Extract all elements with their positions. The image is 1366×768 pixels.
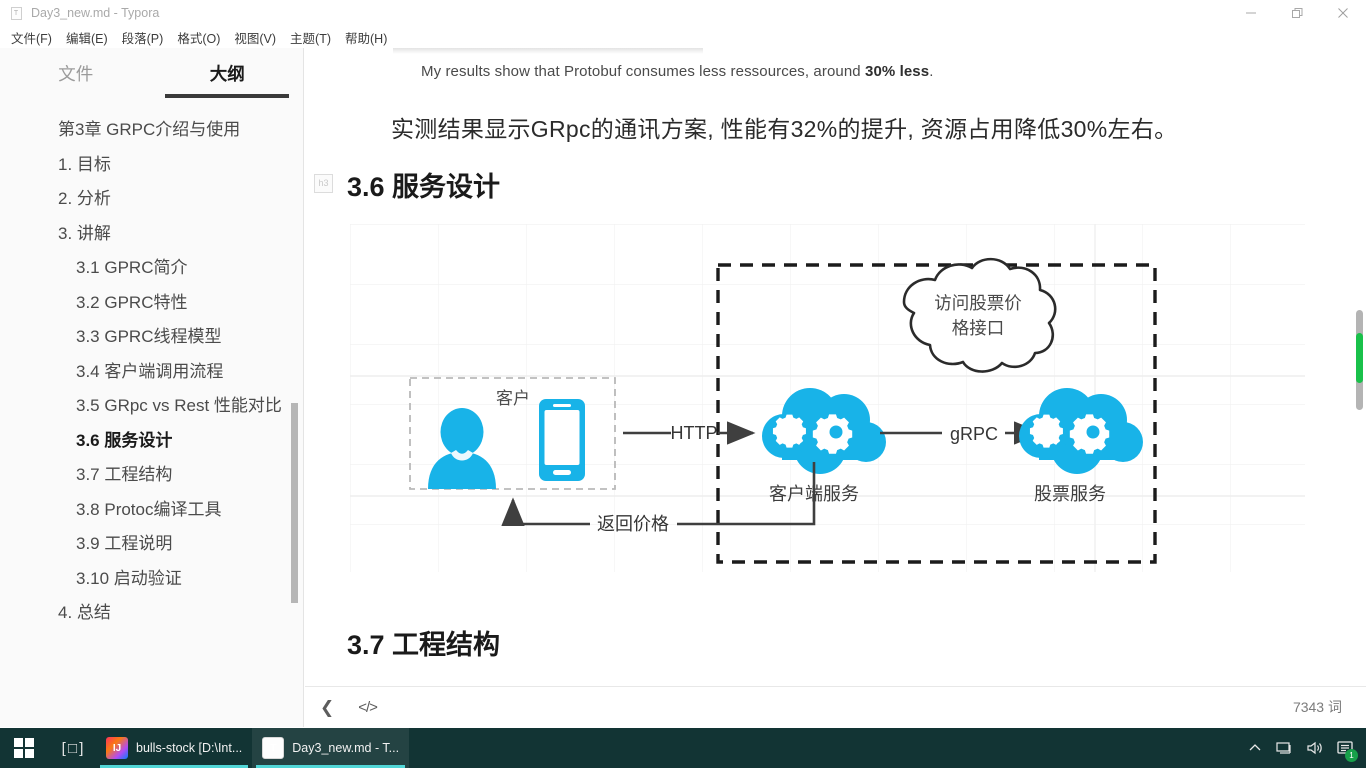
svg-text:HTTP: HTTP xyxy=(671,423,718,443)
document-scrollbar-highlight[interactable] xyxy=(1356,333,1363,383)
tab-files[interactable]: 文件 xyxy=(0,61,152,98)
minimize-icon[interactable] xyxy=(1228,0,1274,26)
watermark: 喷雾一样的男人666java.com xyxy=(18,724,207,727)
sidebar-tabs: 文件 大纲 xyxy=(0,48,303,100)
notification-badge-count: 1 xyxy=(1345,749,1358,762)
menu-paragraph[interactable]: 段落(P) xyxy=(115,26,171,49)
clipped-image-top xyxy=(393,48,703,54)
sidebar-scrollbar-thumb[interactable] xyxy=(291,403,298,603)
notifications-icon[interactable]: 1 xyxy=(1330,728,1360,768)
window-title: Day3_new.md - Typora xyxy=(31,6,160,20)
close-icon[interactable] xyxy=(1320,0,1366,26)
editor-area[interactable]: My results show that Protobuf consumes l… xyxy=(305,48,1366,685)
heading-3-7-text: 3.7 工程结构 xyxy=(347,630,501,660)
sidebar: 文件 大纲 第3章 GRPC介绍与使用 1. 目标 2. 分析 3. 讲解 3.… xyxy=(0,48,304,727)
svg-text:gRPC: gRPC xyxy=(950,424,998,444)
outline-item-3-3[interactable]: 3.3 GPRC线程模型 xyxy=(58,323,295,351)
typora-document-icon: T xyxy=(6,0,26,26)
body-paragraph: 实测结果显示GRpc的通讯方案, 性能有32%的提升, 资源占用降低30%左右。 xyxy=(391,116,1178,142)
quote-text-suffix: . xyxy=(929,63,934,80)
menu-view[interactable]: 视图(V) xyxy=(227,26,283,49)
outline-item-3-8[interactable]: 3.8 Protoc编译工具 xyxy=(58,496,295,524)
task-view-icon[interactable]: [ □ ] xyxy=(48,728,96,768)
document-content: My results show that Protobuf consumes l… xyxy=(305,63,1366,662)
cloud-callout-line2: 格接口 xyxy=(952,318,1005,338)
taskbar-app-intellij-label: bulls-stock [D:\Int... xyxy=(136,741,243,755)
volume-icon[interactable] xyxy=(1300,728,1330,768)
windows-taskbar: [ □ ] IJ bulls-stock [D:\Int... T Day3_n… xyxy=(0,728,1366,768)
typora-icon: T xyxy=(262,737,285,759)
heading-3-7: 3.7 工程结构 xyxy=(347,623,1326,662)
menu-help[interactable]: 帮助(H) xyxy=(338,26,394,49)
outline-item-3-2[interactable]: 3.2 GPRC特性 xyxy=(58,289,295,317)
heading-3-6-text: 3.6 服务设计 xyxy=(347,172,501,202)
taskbar-app-intellij[interactable]: IJ bulls-stock [D:\Int... xyxy=(96,728,252,768)
system-tray: 1 xyxy=(1240,728,1366,768)
status-bar: ❮ </> 7343 词 xyxy=(305,686,1366,727)
outline-item-goal[interactable]: 1. 目标 xyxy=(58,151,295,179)
maximize-icon[interactable] xyxy=(1274,0,1320,26)
menu-format[interactable]: 格式(O) xyxy=(170,26,227,49)
source-code-icon[interactable]: </> xyxy=(349,700,386,715)
outline-item-3-1[interactable]: 3.1 GPRC简介 xyxy=(58,254,295,282)
menu-bar: 文件(F) 编辑(E) 段落(P) 格式(O) 视图(V) 主题(T) 帮助(H… xyxy=(0,26,1366,48)
heading-3-6: h3 3.6 服务设计 xyxy=(314,165,1326,204)
return-price-label: 返回价格 xyxy=(597,514,669,534)
windows-start-icon[interactable] xyxy=(0,728,48,768)
stock-service-label: 股票服务 xyxy=(1034,484,1106,504)
outline-item-analysis[interactable]: 2. 分析 xyxy=(58,185,295,213)
window-controls xyxy=(1228,0,1366,26)
outline-item-3-7[interactable]: 3.7 工程结构 xyxy=(58,461,295,489)
heading-level-marker-icon: h3 xyxy=(314,174,333,193)
quote-paragraph: My results show that Protobuf consumes l… xyxy=(421,63,1326,80)
menu-theme[interactable]: 主题(T) xyxy=(283,26,338,49)
outline-list: 第3章 GRPC介绍与使用 1. 目标 2. 分析 3. 讲解 3.1 GPRC… xyxy=(0,100,303,627)
network-icon[interactable] xyxy=(1270,728,1300,768)
intellij-idea-icon: IJ xyxy=(106,737,128,759)
cloud-callout-line1: 访问股票价 xyxy=(934,293,1022,313)
typora-window: T Day3_new.md - Typora 文件(F) 编辑(E) 段落(P)… xyxy=(0,0,1366,768)
outline-item-3-9[interactable]: 3.9 工程说明 xyxy=(58,530,295,558)
service-design-diagram: 客户 HTTP 客户端服务 gRPC 股票服务 访问股票价 格接口 返回价格 xyxy=(350,224,1305,585)
outline-item-3-10[interactable]: 3.10 启动验证 xyxy=(58,565,295,593)
quote-text-bold: 30% less xyxy=(865,63,930,80)
svg-text:客户: 客户 xyxy=(496,389,530,408)
quote-text-prefix: My results show that Protobuf consumes l… xyxy=(421,63,865,80)
menu-file[interactable]: 文件(F) xyxy=(4,26,59,49)
outline-item-3-6[interactable]: 3.6 服务设计 xyxy=(58,427,295,455)
taskbar-app-typora[interactable]: T Day3_new.md - T... xyxy=(252,728,410,768)
outline-item-summary[interactable]: 4. 总结 xyxy=(58,599,295,627)
outline-item-explain[interactable]: 3. 讲解 xyxy=(58,220,295,248)
menu-edit[interactable]: 编辑(E) xyxy=(59,26,115,49)
taskbar-app-typora-label: Day3_new.md - T... xyxy=(292,741,400,755)
word-count[interactable]: 7343 词 xyxy=(1293,697,1342,717)
chevron-left-icon[interactable]: ❮ xyxy=(311,699,343,716)
document-scrollbar[interactable] xyxy=(1356,48,1364,685)
tab-outline[interactable]: 大纲 xyxy=(152,61,304,98)
outline-item-3-4[interactable]: 3.4 客户端调用流程 xyxy=(58,358,295,386)
outline-item-chapter3[interactable]: 第3章 GRPC介绍与使用 xyxy=(58,116,295,144)
outline-item-3-5[interactable]: 3.5 GRpc vs Rest 性能对比 xyxy=(58,392,295,420)
show-hidden-icons[interactable] xyxy=(1240,728,1270,768)
title-bar: T Day3_new.md - Typora xyxy=(0,0,1366,26)
